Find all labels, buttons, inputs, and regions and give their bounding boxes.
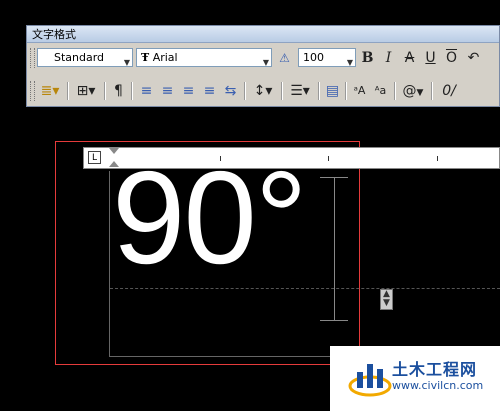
toolbar-grip[interactable]: [30, 81, 35, 101]
undo-button[interactable]: ↶: [464, 48, 483, 68]
text-format-toolbar: 文字格式 Standard ▼ Ŧ Arial ▼ ⚠ 100 ▼ B I A …: [26, 25, 500, 107]
watermark: 土木工程网 www.civilcn.com: [330, 346, 500, 411]
toolbar-row-1: Standard ▼ Ŧ Arial ▼ ⚠ 100 ▼ B I A U O ↶: [27, 45, 499, 71]
align-left-icon[interactable]: ≡: [137, 81, 156, 101]
paragraph-icon[interactable]: ¶: [109, 81, 128, 101]
italic-button[interactable]: I: [379, 48, 398, 68]
separator: [131, 82, 133, 100]
uppercase-icon[interactable]: ᵃA: [350, 81, 369, 101]
ruler-tick: [437, 156, 438, 161]
style-select[interactable]: Standard ▼: [37, 48, 133, 67]
align-center-icon[interactable]: ≡: [158, 81, 177, 101]
separator: [394, 82, 396, 100]
separator: [345, 82, 347, 100]
justify-icon[interactable]: ≡: [200, 81, 219, 101]
font-select[interactable]: Ŧ Arial ▼: [136, 48, 272, 67]
mtext-content[interactable]: 90°: [112, 152, 308, 284]
overline-button[interactable]: O: [442, 48, 461, 68]
insert-field-icon[interactable]: ▤: [323, 81, 342, 101]
mtext-justification-icon[interactable]: ⊞▾: [72, 81, 100, 101]
lowercase-icon[interactable]: ᴬa: [371, 81, 390, 101]
separator: [318, 82, 320, 100]
symbol-button[interactable]: @▼: [399, 81, 427, 101]
underline-button[interactable]: U: [421, 48, 440, 68]
annotative-icon[interactable]: ⚠: [275, 48, 294, 68]
bold-button[interactable]: B: [358, 48, 377, 68]
separator: [244, 82, 246, 100]
truetype-font-icon: Ŧ: [141, 51, 150, 64]
text-cursor-cap-top: [320, 177, 348, 178]
style-select-value: Standard: [54, 51, 105, 64]
separator: [281, 82, 283, 100]
resize-height-handle[interactable]: ▲ ▼: [380, 289, 393, 310]
watermark-url: www.civilcn.com: [392, 379, 484, 392]
symbol-at-label: @: [402, 83, 417, 99]
text-height-input[interactable]: 100 ▼: [298, 48, 356, 67]
distribute-icon[interactable]: ⇆: [221, 81, 240, 101]
chevron-down-icon: ▼: [346, 58, 353, 67]
civilcn-logo-icon: [348, 364, 392, 397]
separator: [104, 82, 106, 100]
ruler-tick: [328, 156, 329, 161]
separator: [431, 82, 433, 100]
columns-icon[interactable]: ≣▾: [37, 81, 63, 101]
numbering-icon[interactable]: ☰▾: [286, 81, 314, 101]
tab-stop-icon[interactable]: L: [88, 151, 101, 164]
chevron-down-icon: ▼: [262, 58, 269, 67]
text-cursor-cap-bottom: [320, 320, 348, 321]
chevron-down-icon: ▼: [123, 58, 130, 67]
chevron-down-icon: ▼: [416, 88, 424, 98]
toolbar-grip[interactable]: [30, 48, 35, 68]
line-spacing-icon[interactable]: ↕▾: [249, 81, 277, 101]
font-select-value: Arial: [152, 51, 178, 64]
toolbar-title: 文字格式: [27, 26, 499, 43]
text-cursor: [334, 177, 335, 320]
align-right-icon[interactable]: ≡: [179, 81, 198, 101]
strikethrough-button[interactable]: A: [400, 48, 419, 68]
toolbar-row-2: ≣▾ ⊞▾ ¶ ≡ ≡ ≡ ≡ ⇆ ↕▾ ☰▾ ▤ ᵃA ᴬa @▼ 0/: [27, 78, 499, 104]
separator: [67, 82, 69, 100]
oblique-angle-label[interactable]: 0/: [437, 81, 461, 101]
text-height-value: 100: [303, 51, 324, 64]
watermark-name: 土木工程网: [392, 360, 478, 379]
